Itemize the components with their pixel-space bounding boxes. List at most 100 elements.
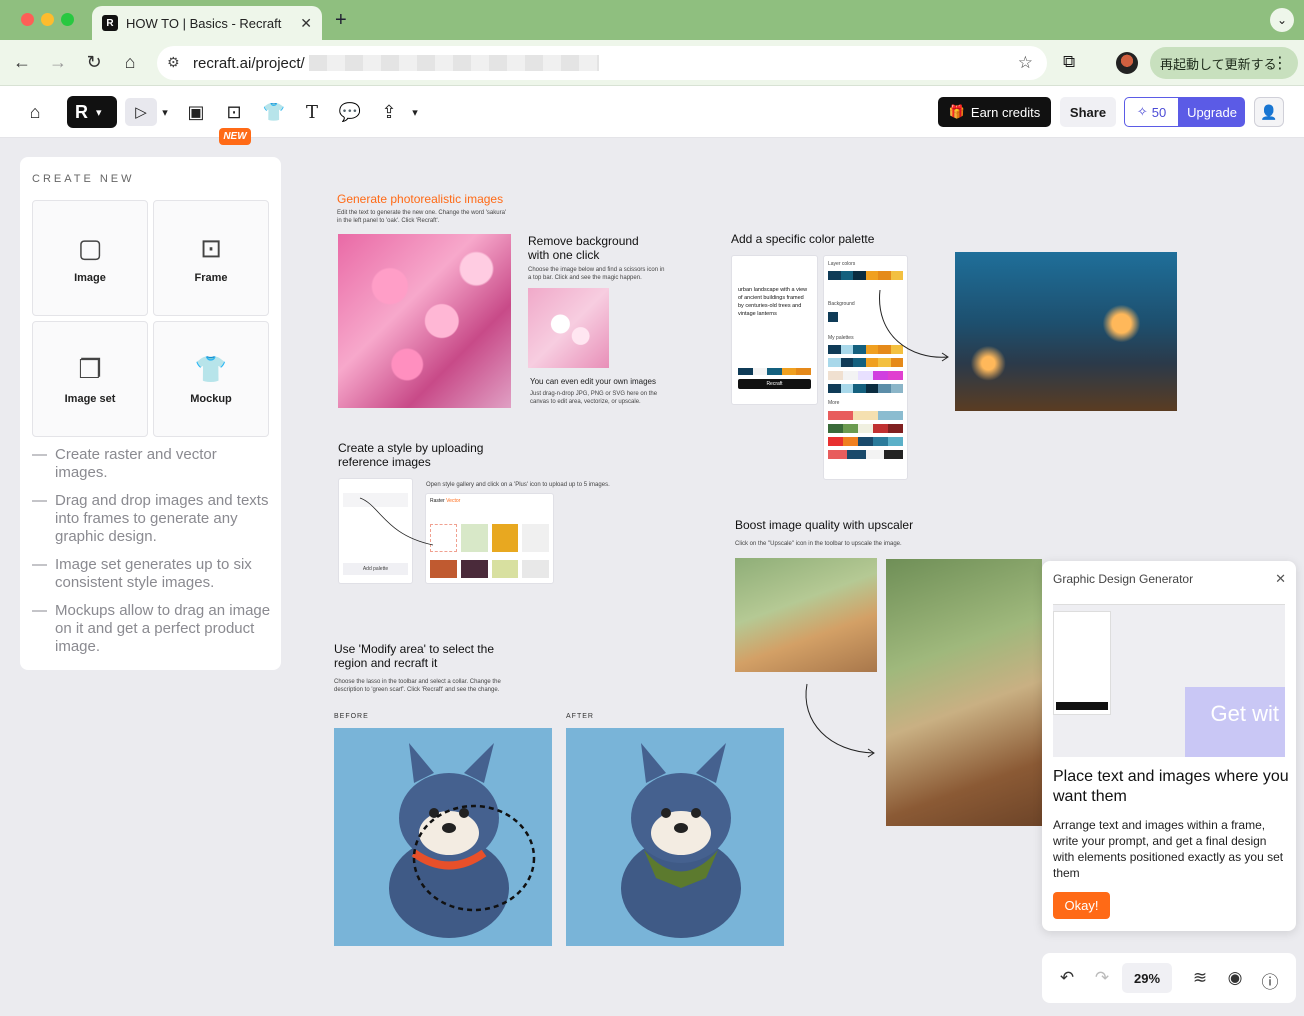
mockup-tool-icon[interactable]: 👕 xyxy=(262,100,286,124)
browser-profile-avatar[interactable] xyxy=(1116,52,1138,74)
close-icon[interactable]: ✕ xyxy=(1275,571,1286,587)
removebg-title: Remove background with one click xyxy=(528,234,639,262)
zoom-level-button[interactable]: 29% xyxy=(1122,963,1172,993)
panel-title: CREATE NEW xyxy=(32,173,135,185)
card-label: Image xyxy=(74,271,106,284)
gallery-tabs: Raster Vector xyxy=(430,498,461,504)
eye-icon[interactable]: ◉ xyxy=(1225,968,1245,988)
browser-tab[interactable]: R HOW TO | Basics - Recraft ✕ xyxy=(92,6,322,40)
preview-frame: Get wit xyxy=(1185,687,1285,757)
dog-before-image[interactable] xyxy=(334,728,552,946)
comment-tool-icon[interactable]: 💬 xyxy=(338,100,362,124)
extensions-icon[interactable]: ⧉ xyxy=(1063,52,1075,72)
redo-icon[interactable]: ↷ xyxy=(1092,968,1112,988)
upgrade-button[interactable]: Upgrade xyxy=(1179,97,1245,127)
room-large-image[interactable] xyxy=(886,559,1042,826)
modify-desc: Choose the lasso in the toolbar and sele… xyxy=(334,679,501,693)
upload-tool-icon[interactable]: ⇪ xyxy=(377,100,401,124)
image-set-icon: ❐ xyxy=(78,353,102,384)
popup-title: Graphic Design Generator xyxy=(1053,572,1194,586)
tip-item: — Create raster and vector images. xyxy=(32,446,217,481)
chevron-down-icon[interactable]: ▾ xyxy=(403,100,427,124)
before-label: BEFORE xyxy=(334,713,369,720)
swatch-row xyxy=(828,411,903,420)
image-icon: ▢ xyxy=(77,232,103,263)
layers-icon[interactable]: ≋ xyxy=(1190,968,1210,988)
cherry-blossom-image[interactable] xyxy=(338,234,511,408)
create-frame-card[interactable]: ⊡ Frame xyxy=(153,200,269,316)
create-image-card[interactable]: ▢ Image xyxy=(32,200,148,316)
new-tab-icon[interactable]: + xyxy=(335,9,347,32)
preview-panel xyxy=(1053,611,1111,715)
home-icon[interactable]: ⌂ xyxy=(119,52,141,73)
maximize-window-button[interactable] xyxy=(61,13,74,26)
palette-arrow xyxy=(879,289,949,362)
room-small-image[interactable] xyxy=(735,558,877,672)
share-button[interactable]: Share xyxy=(1060,97,1116,127)
credits-count: 50 xyxy=(1151,104,1167,120)
bottom-toolbar: ↶ ↷ 29% ≋ ◉ ⓘ xyxy=(1042,953,1296,1003)
create-new-panel: CREATE NEW ▢ Image ⊡ Frame ❐ Image set 👕… xyxy=(20,157,281,670)
modify-title: Use 'Modify area' to select the region a… xyxy=(334,642,494,670)
site-settings-icon[interactable]: ⚙ xyxy=(167,54,180,71)
style-tile xyxy=(460,524,488,552)
card-label: Frame xyxy=(194,271,228,284)
swatch-row xyxy=(828,424,903,433)
mock-recraft-button: Recraft xyxy=(738,379,811,389)
after-label: AFTER xyxy=(566,713,594,720)
bookmark-star-icon[interactable]: ☆ xyxy=(1018,53,1033,73)
style-tile xyxy=(522,524,550,552)
help-icon[interactable]: ⓘ xyxy=(1260,968,1280,993)
dog-after-image[interactable] xyxy=(566,728,784,946)
style-tile xyxy=(460,560,488,578)
okay-button[interactable]: Okay! xyxy=(1053,892,1110,919)
restart-update-button[interactable]: 再起動して更新する ⋮ xyxy=(1150,47,1298,79)
close-window-button[interactable] xyxy=(21,13,34,26)
minimize-window-button[interactable] xyxy=(41,13,54,26)
credits-button[interactable]: ✧ 50 xyxy=(1124,97,1179,127)
swatch-row xyxy=(828,437,903,446)
mock-prompt: urban landscape with a view of ancient b… xyxy=(738,287,808,317)
style-tile xyxy=(491,524,519,552)
recraft-logo-icon: R xyxy=(75,101,88,122)
temple-image[interactable] xyxy=(955,252,1177,411)
home-icon[interactable]: ⌂ xyxy=(23,100,47,124)
frame-icon: ⊡ xyxy=(200,232,222,263)
swatch-row xyxy=(828,450,903,459)
forward-icon[interactable]: → xyxy=(47,52,69,73)
mock-swatches xyxy=(738,368,811,375)
frame-tool-icon[interactable]: ⊡ xyxy=(222,100,246,124)
image-tool-icon[interactable]: ▣ xyxy=(184,100,208,124)
recraft-favicon-icon: R xyxy=(102,15,118,31)
dog-after-illustration xyxy=(621,743,741,938)
url-input[interactable]: ⚙ recraft.ai/project/ ☆ xyxy=(157,46,1047,80)
style-tile xyxy=(491,560,519,578)
style-arrow xyxy=(359,497,434,546)
swatch-row xyxy=(828,271,903,280)
back-icon[interactable]: ← xyxy=(11,52,33,73)
undo-icon[interactable]: ↶ xyxy=(1057,968,1077,988)
earn-credits-button[interactable]: 🎁 Earn credits xyxy=(938,97,1051,127)
more-vert-icon[interactable]: ⋮ xyxy=(1272,53,1288,73)
close-tab-icon[interactable]: ✕ xyxy=(300,15,312,32)
popup-body: Arrange text and images within a frame, … xyxy=(1053,818,1284,880)
upscale-arrow xyxy=(805,683,875,758)
reload-icon[interactable]: ↻ xyxy=(83,52,105,73)
chevron-down-icon[interactable]: ⌄ xyxy=(1270,8,1294,32)
blossom-small-image[interactable] xyxy=(528,288,609,368)
user-avatar-icon[interactable]: 👤 xyxy=(1254,97,1284,127)
chevron-down-icon[interactable]: ▾ xyxy=(153,100,177,124)
add-palette-label: Add palette xyxy=(343,563,408,575)
create-image-set-card[interactable]: ❐ Image set xyxy=(32,321,148,437)
gallery-row-1 xyxy=(430,524,550,552)
style-tile xyxy=(522,560,549,578)
style-gallery-mock: Raster Vector xyxy=(425,493,554,584)
text-tool-icon[interactable]: T xyxy=(300,100,324,124)
gift-icon: 🎁 xyxy=(948,104,965,119)
swatch-row xyxy=(828,384,903,393)
recraft-menu-button[interactable]: R ▾ xyxy=(67,96,117,128)
removebg-desc: Choose the image below and find a scisso… xyxy=(528,267,665,281)
card-label: Image set xyxy=(64,392,116,405)
own-images-desc: Just drag-n-drop JPG, PNG or SVG here on… xyxy=(530,391,658,405)
create-mockup-card[interactable]: 👕 Mockup xyxy=(153,321,269,437)
